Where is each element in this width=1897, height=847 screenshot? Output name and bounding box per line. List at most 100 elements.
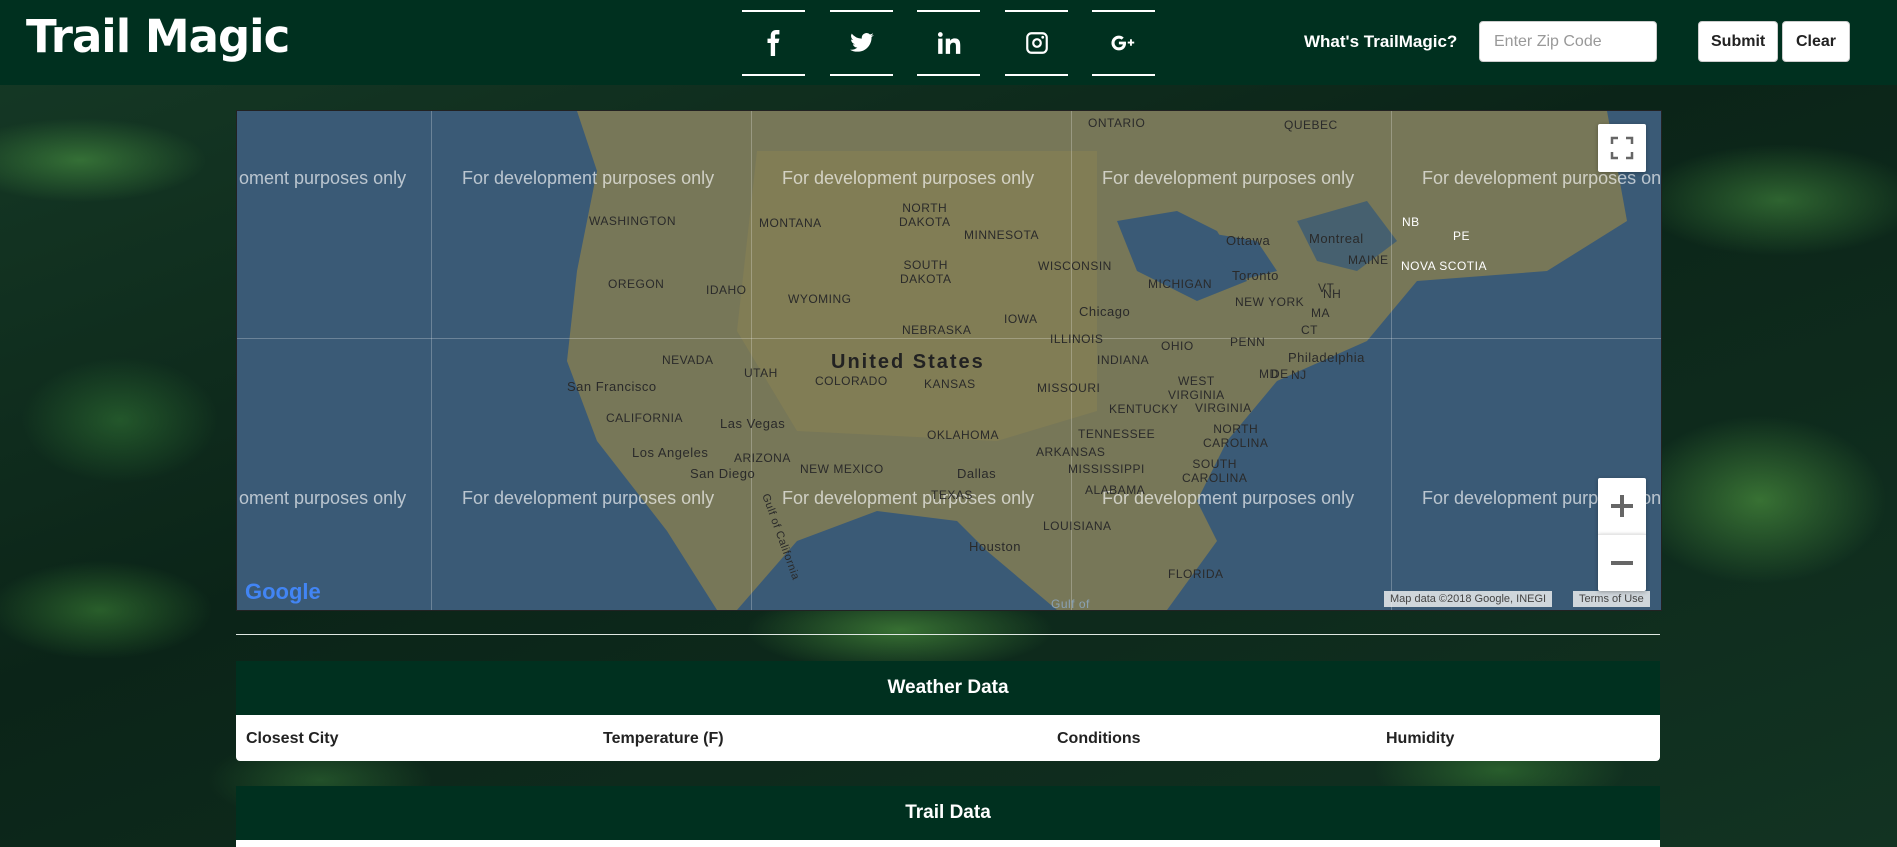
map-label: ILLINOIS	[1050, 332, 1104, 346]
instagram-link[interactable]	[1005, 10, 1068, 76]
map-label: ARIZONA	[734, 451, 791, 465]
map-label: San Francisco	[567, 379, 657, 394]
map-label: Ottawa	[1226, 233, 1271, 248]
map-label: NEVADA	[662, 353, 714, 367]
map-label: MISSISSIPPI	[1068, 462, 1145, 476]
map-label: MINNESOTA	[964, 228, 1039, 242]
map-label: ONTARIO	[1088, 116, 1146, 130]
map-label: Dallas	[957, 466, 997, 481]
grid-line	[751, 111, 752, 610]
twitter-link[interactable]	[830, 10, 893, 76]
map-label: OKLAHOMA	[927, 428, 1000, 442]
map-label: MISSOURI	[1037, 381, 1101, 395]
map-label: IOWA	[1004, 312, 1038, 326]
map-label: MONTANA	[759, 216, 822, 230]
watermark: For development purposes only	[782, 488, 1035, 508]
grid-line	[1391, 111, 1392, 610]
map-label: San Diego	[690, 466, 756, 481]
trail-table	[236, 840, 1660, 847]
zip-code-input[interactable]	[1479, 21, 1657, 62]
weather-table-header: Closest City Temperature (F) Conditions …	[236, 715, 1660, 761]
map-label: SOUTH CAROLINA	[1182, 457, 1248, 485]
map-label: WEST VIRGINIA	[1168, 374, 1225, 402]
submit-button[interactable]: Submit	[1698, 21, 1779, 62]
map-label: Houston	[969, 539, 1021, 554]
zoom-in-icon	[1611, 495, 1633, 517]
column-header: Temperature (F)	[603, 730, 724, 747]
map-label: Philadelphia	[1288, 350, 1365, 365]
map-label: NJ	[1291, 368, 1307, 382]
linkedin-link[interactable]	[917, 10, 980, 76]
map-label: PENN	[1230, 335, 1266, 349]
map-label: CALIFORNIA	[606, 411, 684, 425]
map-label: TEXAS	[931, 488, 973, 502]
map-label: UTAH	[744, 366, 778, 380]
map-label: CT	[1301, 323, 1318, 337]
map-label: WASHINGTON	[589, 214, 677, 228]
map-label: QUEBEC	[1284, 118, 1338, 132]
facebook-link[interactable]	[742, 10, 805, 76]
fullscreen-button[interactable]	[1598, 124, 1646, 172]
map-label: WISCONSIN	[1038, 259, 1112, 273]
map-label: FLORIDA	[1168, 567, 1224, 581]
watermark: For development purposes only	[1102, 168, 1355, 188]
map-label: SOUTH DAKOTA	[900, 258, 952, 286]
map-label: MA	[1311, 306, 1330, 320]
map-label: Las Vegas	[720, 416, 786, 431]
column-header: Humidity	[1386, 730, 1455, 747]
map-label: ALABAMA	[1085, 483, 1146, 497]
watermark: For development purposes only	[462, 168, 715, 188]
google-plus-link[interactable]	[1092, 10, 1155, 76]
weather-panel-title: Weather Data	[236, 661, 1660, 715]
map-label: NOVA SCOTIA	[1401, 259, 1487, 273]
fullscreen-icon	[1610, 136, 1634, 160]
map-label: IDAHO	[706, 283, 747, 297]
twitter-icon	[849, 33, 874, 52]
navbar: Trail Magic What's TrailMagic? Submit Cl…	[0, 0, 1897, 85]
map-label: Gulf of	[1051, 597, 1090, 611]
map-label: VIRGINIA	[1195, 401, 1252, 415]
map-label: Chicago	[1079, 304, 1131, 319]
map-label: MICHIGAN	[1148, 277, 1212, 291]
google-logo: Google	[245, 579, 321, 604]
zoom-out-button[interactable]	[1598, 534, 1646, 591]
map-label: MAINE	[1348, 253, 1389, 267]
map-label: NEBRASKA	[902, 323, 972, 337]
whats-trailmagic-link[interactable]: What's TrailMagic?	[1304, 32, 1457, 52]
map-label: Toronto	[1232, 268, 1279, 283]
watermark: For development purposes only	[462, 488, 715, 508]
section-divider	[236, 634, 1660, 635]
map-label: OHIO	[1161, 339, 1194, 353]
google-plus-icon	[1110, 35, 1134, 51]
instagram-icon	[1025, 32, 1048, 54]
grid-line	[237, 338, 1661, 339]
grid-line	[431, 111, 432, 610]
map-label: NORTH DAKOTA	[899, 201, 951, 229]
column-header: Conditions	[1057, 730, 1141, 747]
map-label: NORTH CAROLINA	[1203, 422, 1269, 450]
brand-logo[interactable]: Trail Magic	[26, 10, 290, 63]
map-label: Montreal	[1309, 231, 1364, 246]
watermark: oment purposes only	[239, 168, 407, 188]
linkedin-icon	[937, 32, 960, 54]
map-label: NH	[1323, 287, 1342, 301]
map-label: MD	[1259, 367, 1279, 381]
map-view[interactable]: oment purposes only For development purp…	[236, 110, 1662, 611]
map-label: TENNESSEE	[1078, 427, 1156, 441]
map-label: NB	[1402, 215, 1420, 229]
map-label: ARKANSAS	[1036, 445, 1106, 459]
map-label: WYOMING	[788, 292, 852, 306]
zoom-in-button[interactable]	[1598, 478, 1646, 534]
map-label: Los Angeles	[632, 445, 709, 460]
watermark: oment purposes only	[239, 488, 407, 508]
map-label: NEW YORK	[1235, 295, 1305, 309]
clear-button[interactable]: Clear	[1782, 21, 1850, 62]
watermark: For development purposes only	[782, 168, 1035, 188]
country-label: United States	[831, 351, 985, 373]
map-label: COLORADO	[815, 374, 888, 388]
map-label: KANSAS	[924, 377, 976, 391]
column-header: Closest City	[246, 730, 339, 747]
zoom-out-icon	[1611, 561, 1633, 565]
map-label: OREGON	[608, 277, 665, 291]
terms-link[interactable]: Terms of Use	[1573, 591, 1650, 607]
